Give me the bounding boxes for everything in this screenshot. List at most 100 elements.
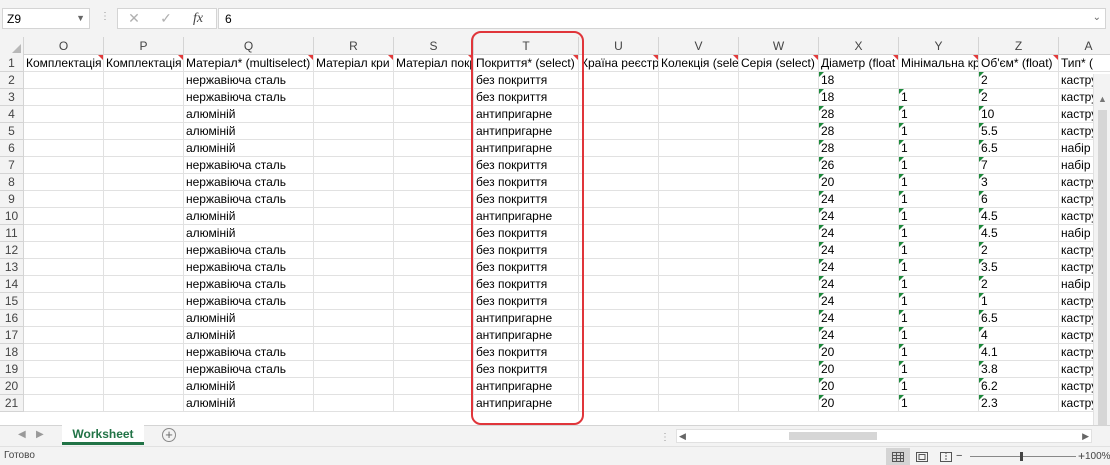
cell-w[interactable] [739,276,819,293]
cell-p[interactable] [104,395,184,412]
cell-q[interactable]: алюміній [184,378,314,395]
cell-w[interactable] [739,395,819,412]
cell-w[interactable] [739,191,819,208]
row-number[interactable]: 9 [0,191,24,208]
enter-icon[interactable]: ✓ [150,10,182,27]
cell-v[interactable] [659,259,739,276]
header-cell-r[interactable]: Матеріал кри [314,55,394,72]
cell-s[interactable] [394,344,474,361]
row-number[interactable]: 19 [0,361,24,378]
cell-x[interactable]: 28 [819,106,899,123]
cell-q[interactable]: нержавіюча сталь [184,157,314,174]
cell-v[interactable] [659,395,739,412]
cell-q[interactable]: алюміній [184,395,314,412]
cell-s[interactable] [394,89,474,106]
cell-x[interactable]: 24 [819,327,899,344]
cell-s[interactable] [394,378,474,395]
cell-y[interactable]: 1 [899,327,979,344]
cell-s[interactable] [394,361,474,378]
cell-o[interactable] [24,191,104,208]
cell-s[interactable] [394,242,474,259]
cell-o[interactable] [24,106,104,123]
cell-p[interactable] [104,89,184,106]
cancel-icon[interactable]: ✕ [118,10,150,27]
cell-x[interactable]: 20 [819,395,899,412]
expand-formula-bar-icon[interactable]: ⌄ [1093,12,1101,23]
vertical-scroll-thumb[interactable] [1098,110,1107,425]
cell-p[interactable] [104,276,184,293]
horizontal-scroll-thumb[interactable] [789,432,877,440]
cell-v[interactable] [659,378,739,395]
cell-t[interactable]: без покриття [474,276,579,293]
cell-p[interactable] [104,327,184,344]
cell-r[interactable] [314,293,394,310]
cell-t[interactable]: антипригарне [474,327,579,344]
cell-z[interactable]: 4 [979,327,1059,344]
worksheet-grid[interactable]: OPQRSTUVWXYZA 1 Комплектація Комплектація М… [0,37,1110,425]
cell-r[interactable] [314,174,394,191]
cell-t[interactable]: без покриття [474,225,579,242]
cell-y[interactable]: 1 [899,208,979,225]
cell-q[interactable]: нержавіюча сталь [184,293,314,310]
cell-z[interactable]: 2 [979,89,1059,106]
cell-s[interactable] [394,259,474,276]
cell-t[interactable]: без покриття [474,191,579,208]
cell-t[interactable]: антипригарне [474,106,579,123]
cell-w[interactable] [739,293,819,310]
cell-x[interactable]: 24 [819,310,899,327]
cell-y[interactable]: 1 [899,242,979,259]
row-number[interactable]: 21 [0,395,24,412]
cell-u[interactable] [579,72,659,89]
cell-p[interactable] [104,174,184,191]
cell-p[interactable] [104,344,184,361]
cell-s[interactable] [394,327,474,344]
cell-w[interactable] [739,123,819,140]
row-number[interactable]: 15 [0,293,24,310]
cell-o[interactable] [24,395,104,412]
cell-v[interactable] [659,225,739,242]
header-cell-v[interactable]: Колекція (sele [659,55,739,72]
column-header-r[interactable]: R [314,37,394,55]
cell-v[interactable] [659,89,739,106]
cell-z[interactable]: 4.1 [979,344,1059,361]
column-header-o[interactable]: O [24,37,104,55]
cell-z[interactable]: 3.5 [979,259,1059,276]
cell-v[interactable] [659,276,739,293]
cell-p[interactable] [104,378,184,395]
cell-x[interactable]: 20 [819,344,899,361]
cell-w[interactable] [739,225,819,242]
cell-u[interactable] [579,276,659,293]
header-cell-o[interactable]: Комплектація [24,55,104,72]
cell-t[interactable]: без покриття [474,361,579,378]
cell-x[interactable]: 20 [819,378,899,395]
cell-z[interactable]: 3.8 [979,361,1059,378]
cell-y[interactable]: 1 [899,123,979,140]
column-header-t[interactable]: T [474,37,579,55]
formula-input[interactable]: 6 ⌄ [218,8,1106,29]
cell-t[interactable]: антипригарне [474,208,579,225]
zoom-in-button[interactable]: + [1078,449,1085,463]
cell-y[interactable]: 1 [899,395,979,412]
cell-z[interactable]: 6.5 [979,140,1059,157]
cell-y[interactable] [899,72,979,89]
cell-p[interactable] [104,140,184,157]
cell-x[interactable]: 28 [819,140,899,157]
cell-x[interactable]: 24 [819,208,899,225]
cell-s[interactable] [394,123,474,140]
cell-w[interactable] [739,344,819,361]
column-header-z[interactable]: Z [979,37,1059,55]
cell-w[interactable] [739,157,819,174]
cell-v[interactable] [659,123,739,140]
cell-z[interactable]: 4.5 [979,208,1059,225]
cell-r[interactable] [314,361,394,378]
cell-x[interactable]: 20 [819,174,899,191]
cell-y[interactable]: 1 [899,174,979,191]
cell-z[interactable]: 1 [979,293,1059,310]
cell-z[interactable]: 6.5 [979,310,1059,327]
cell-v[interactable] [659,157,739,174]
cell-q[interactable]: нержавіюча сталь [184,344,314,361]
cell-x[interactable]: 28 [819,123,899,140]
cell-t[interactable]: антипригарне [474,395,579,412]
cell-x[interactable]: 18 [819,72,899,89]
cell-p[interactable] [104,310,184,327]
